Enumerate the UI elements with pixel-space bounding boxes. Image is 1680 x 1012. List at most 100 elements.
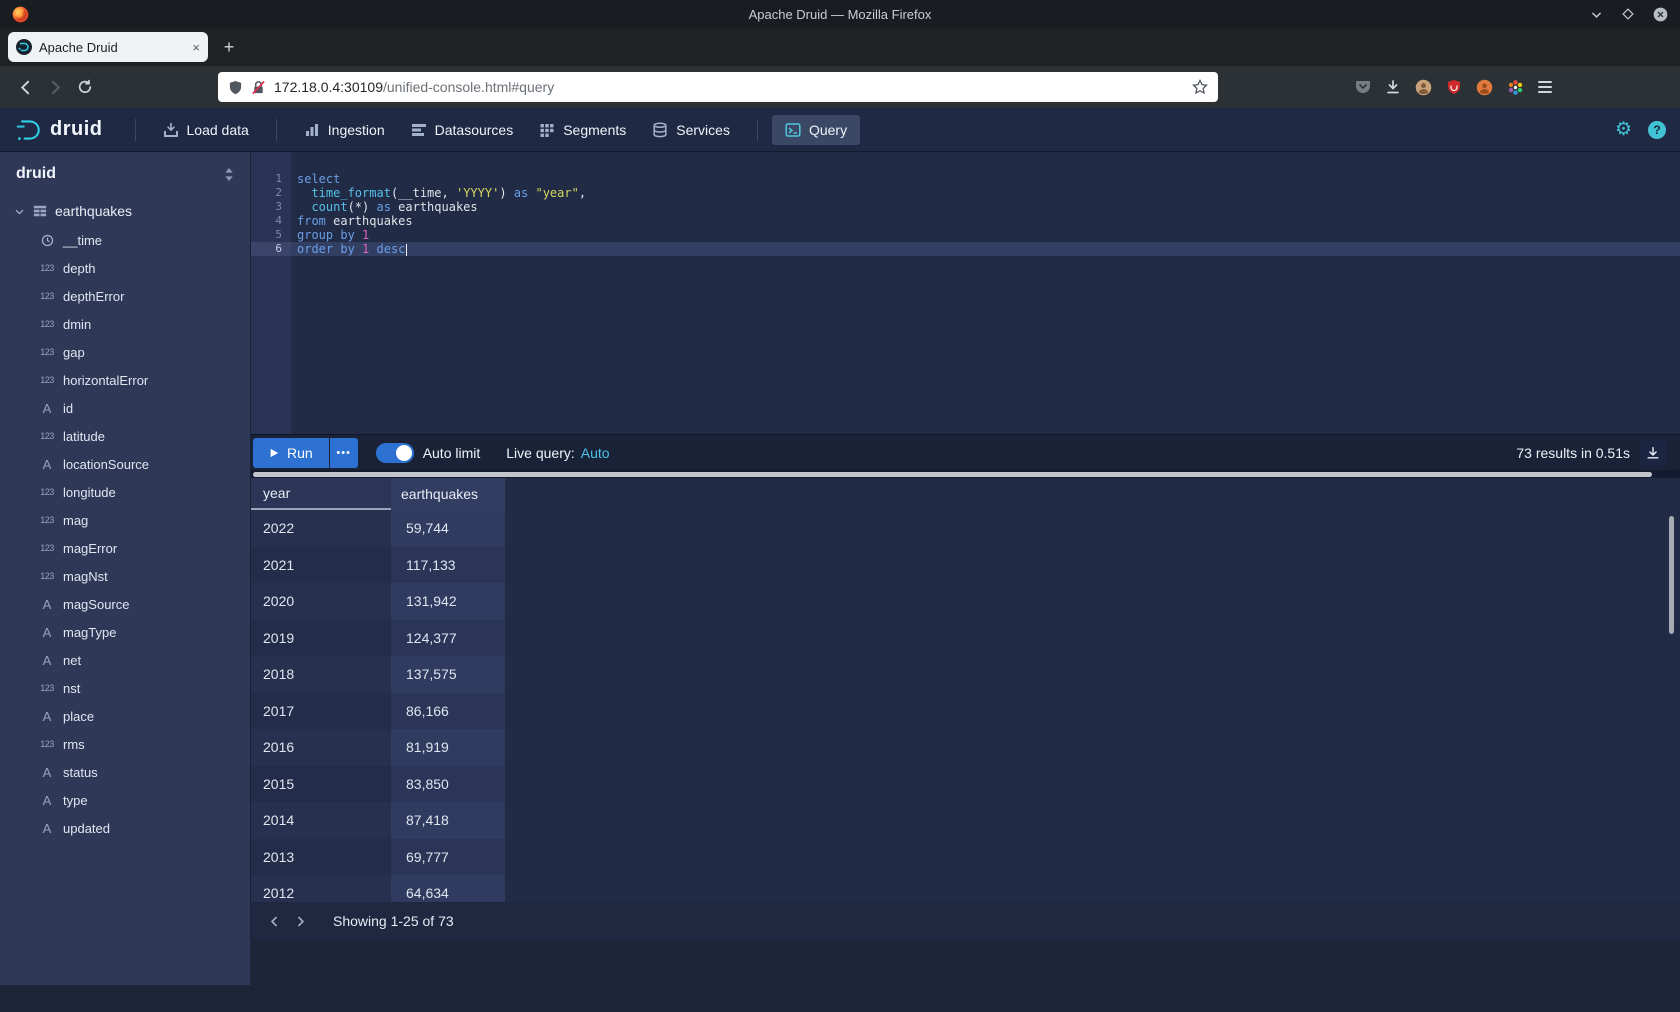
cell-year[interactable]: 2012 — [251, 875, 391, 902]
schema-sidebar: druid earthquakes __time123depth123depth… — [0, 152, 250, 985]
druid-logo[interactable]: druid — [14, 118, 103, 142]
cell-earthquakes[interactable]: 137,575 — [391, 656, 505, 693]
sidebar-column-net[interactable]: Anet — [0, 646, 250, 674]
cell-earthquakes[interactable]: 59,744 — [391, 510, 505, 547]
sidebar-column-locationSource[interactable]: AlocationSource — [0, 450, 250, 478]
nav-query[interactable]: Query — [772, 115, 860, 145]
forward-icon[interactable] — [40, 72, 70, 102]
nav-segments[interactable]: Segments — [526, 115, 639, 145]
ublock-origin-icon[interactable] — [1446, 79, 1462, 95]
sidebar-column-__time[interactable]: __time — [0, 226, 250, 254]
vertical-scrollbar-thumb[interactable] — [1669, 516, 1674, 634]
sidebar-column-longitude[interactable]: 123longitude — [0, 478, 250, 506]
sql-editor[interactable]: 123456 select time_format(__time, 'YYYY'… — [251, 152, 1680, 434]
sidebar-column-magSource[interactable]: AmagSource — [0, 590, 250, 618]
sidebar-column-updated[interactable]: Aupdated — [0, 814, 250, 842]
horizontal-scrollbar-thumb[interactable] — [253, 472, 1652, 477]
previous-page-icon[interactable] — [261, 908, 287, 934]
table-row: 2019124,377 — [251, 620, 1680, 657]
cell-earthquakes[interactable]: 117,133 — [391, 547, 505, 584]
sidebar-column-magNst[interactable]: 123magNst — [0, 562, 250, 590]
column-header-year[interactable]: year — [251, 478, 391, 510]
auto-limit-toggle[interactable] — [376, 443, 414, 463]
editor-line[interactable]: time_format(__time, 'YYYY') as "year", — [291, 186, 1680, 200]
minimize-icon[interactable] — [1588, 6, 1604, 22]
cell-earthquakes[interactable]: 81,919 — [391, 729, 505, 766]
bookmark-star-icon[interactable] — [1192, 79, 1208, 95]
column-header-earthquakes[interactable]: earthquakes — [391, 478, 505, 510]
editor-line[interactable]: from earthquakes — [291, 214, 1680, 228]
cell-year[interactable]: 2019 — [251, 620, 391, 657]
sidebar-column-dmin[interactable]: 123dmin — [0, 310, 250, 338]
sidebar-column-magError[interactable]: 123magError — [0, 534, 250, 562]
sidebar-column-depth[interactable]: 123depth — [0, 254, 250, 282]
insecure-lock-icon[interactable] — [251, 80, 266, 95]
help-icon[interactable]: ? — [1648, 121, 1666, 139]
cell-year[interactable]: 2016 — [251, 729, 391, 766]
nav-services[interactable]: Services — [639, 115, 743, 145]
cell-year[interactable]: 2017 — [251, 693, 391, 730]
next-page-icon[interactable] — [287, 908, 313, 934]
sidebar-column-id[interactable]: Aid — [0, 394, 250, 422]
sidebar-column-status[interactable]: Astatus — [0, 758, 250, 786]
cell-earthquakes[interactable]: 86,166 — [391, 693, 505, 730]
sidebar-column-latitude[interactable]: 123latitude — [0, 422, 250, 450]
account-avatar-icon[interactable] — [1415, 79, 1432, 96]
url-text[interactable]: 172.18.0.4:30109/unified-console.html#qu… — [274, 79, 1184, 95]
settings-gear-icon[interactable]: ⚙ — [1615, 120, 1632, 139]
cell-year[interactable]: 2018 — [251, 656, 391, 693]
editor-line[interactable]: group by 1 — [291, 228, 1680, 242]
nav-load-data[interactable]: Load data — [150, 115, 262, 145]
back-icon[interactable] — [10, 72, 40, 102]
profile-avatar-icon[interactable] — [1476, 79, 1493, 96]
sidebar-column-nst[interactable]: 123nst — [0, 674, 250, 702]
tab-close-icon[interactable]: × — [192, 41, 200, 54]
cell-earthquakes[interactable]: 69,777 — [391, 839, 505, 876]
sidebar-column-horizontalError[interactable]: 123horizontalError — [0, 366, 250, 394]
results-info: 73 results in 0.51s — [1516, 445, 1630, 461]
cell-year[interactable]: 2014 — [251, 802, 391, 839]
sidebar-column-rms[interactable]: 123rms — [0, 730, 250, 758]
sidebar-column-gap[interactable]: 123gap — [0, 338, 250, 366]
cell-year[interactable]: 2013 — [251, 839, 391, 876]
editor-line[interactable]: order by 1 desc — [291, 242, 1680, 256]
sidebar-table-earthquakes[interactable]: earthquakes — [0, 196, 250, 226]
cell-earthquakes[interactable]: 87,418 — [391, 802, 505, 839]
editor-line[interactable]: select — [291, 172, 1680, 186]
cell-year[interactable]: 2022 — [251, 510, 391, 547]
cell-year[interactable]: 2020 — [251, 583, 391, 620]
cell-earthquakes[interactable]: 83,850 — [391, 766, 505, 803]
sidebar-column-magType[interactable]: AmagType — [0, 618, 250, 646]
tracking-shield-icon[interactable] — [228, 80, 243, 95]
cell-earthquakes[interactable]: 131,942 — [391, 583, 505, 620]
cell-year[interactable]: 2015 — [251, 766, 391, 803]
cell-earthquakes[interactable]: 64,634 — [391, 875, 505, 902]
extension-pinwheel-icon[interactable] — [1507, 79, 1524, 96]
run-button[interactable]: Run — [253, 438, 329, 468]
horizontal-scrollbar[interactable] — [251, 470, 1680, 478]
url-bar[interactable]: 172.18.0.4:30109/unified-console.html#qu… — [218, 72, 1218, 102]
close-icon[interactable] — [1652, 6, 1668, 22]
downloads-icon[interactable] — [1385, 79, 1401, 95]
nav-ingestion[interactable]: Ingestion — [291, 115, 398, 145]
editor-line[interactable]: count(*) as earthquakes — [291, 200, 1680, 214]
sidebar-column-type[interactable]: Atype — [0, 786, 250, 814]
reload-icon[interactable] — [70, 72, 100, 102]
sidebar-column-depthError[interactable]: 123depthError — [0, 282, 250, 310]
sort-columns-icon[interactable] — [224, 168, 234, 181]
download-results-button[interactable] — [1640, 440, 1666, 466]
nav-datasources[interactable]: Datasources — [398, 115, 527, 145]
sidebar-column-mag[interactable]: 123mag — [0, 506, 250, 534]
pocket-icon[interactable] — [1355, 79, 1371, 95]
live-query-value[interactable]: Auto — [581, 445, 610, 461]
cell-earthquakes[interactable]: 124,377 — [391, 620, 505, 657]
browser-tab[interactable]: Apache Druid × — [8, 32, 208, 62]
menu-icon[interactable] — [1538, 81, 1552, 93]
table-row: 201583,850 — [251, 766, 1680, 803]
editor-code[interactable]: select time_format(__time, 'YYYY') as "y… — [291, 152, 1680, 434]
sidebar-column-place[interactable]: Aplace — [0, 702, 250, 730]
run-more-button[interactable]: ••• — [330, 438, 358, 468]
cell-year[interactable]: 2021 — [251, 547, 391, 584]
maximize-icon[interactable] — [1620, 6, 1636, 22]
new-tab-button[interactable]: + — [214, 32, 244, 62]
